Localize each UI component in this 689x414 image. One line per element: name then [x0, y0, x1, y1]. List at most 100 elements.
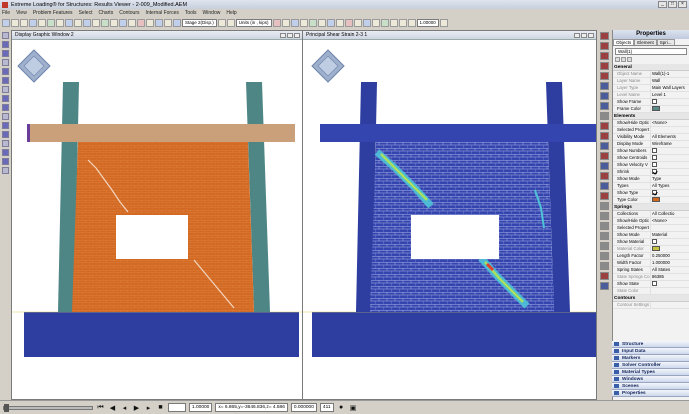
section-icon[interactable] [164, 18, 172, 27]
property-group[interactable]: Springs [613, 204, 689, 211]
time-slider[interactable] [3, 403, 93, 412]
face-tool-icon[interactable] [1, 68, 9, 75]
property-checkbox[interactable] [652, 169, 657, 175]
select-icon[interactable] [29, 18, 37, 27]
property-row[interactable]: Show Centroids [613, 155, 689, 162]
spring-view-icon[interactable] [600, 132, 609, 140]
graphic-window-strain-minimize[interactable] [574, 32, 580, 38]
menu-window[interactable]: Window [203, 10, 221, 16]
property-row[interactable]: Collections All Collectio [613, 211, 689, 218]
property-row[interactable]: Show Material [613, 239, 689, 246]
property-checkbox[interactable] [652, 281, 657, 287]
filter-icon[interactable] [173, 18, 181, 27]
property-row[interactable]: Spring States All States [613, 267, 689, 274]
property-value[interactable]: 86385 [650, 274, 689, 280]
zoom-window-icon[interactable] [600, 222, 609, 230]
show-tool-icon[interactable] [1, 158, 9, 165]
property-row[interactable]: Frame Color [613, 106, 689, 113]
property-value[interactable] [650, 99, 689, 105]
time-slider-thumb[interactable] [4, 403, 9, 412]
perspective-icon[interactable] [600, 112, 609, 120]
rotate-view-icon[interactable] [600, 252, 609, 260]
property-value[interactable]: Wireframe [650, 141, 689, 147]
strain-view-icon[interactable] [600, 172, 609, 180]
property-row[interactable]: Layer Type Main Wall Layers [613, 85, 689, 92]
property-row[interactable]: Show Numbers [613, 148, 689, 155]
circle-tool-icon[interactable] [1, 104, 9, 111]
property-value[interactable]: All Elements [650, 134, 689, 140]
box-view-icon[interactable] [600, 32, 609, 40]
view-icon[interactable] [65, 18, 73, 27]
property-row[interactable]: Selected Propert [613, 127, 689, 134]
box-tool-icon[interactable] [1, 77, 9, 84]
property-row[interactable]: State Springs Co 86385 [613, 274, 689, 281]
property-row[interactable]: Contour Settings [613, 302, 689, 309]
bottom-view-icon[interactable] [600, 92, 609, 100]
property-group[interactable]: Elements [613, 113, 689, 120]
info-icon[interactable] [398, 18, 407, 27]
node-tool-icon[interactable] [1, 41, 9, 48]
property-value[interactable] [650, 162, 689, 168]
mesh-icon[interactable] [83, 18, 91, 27]
sort-category-icon[interactable] [615, 57, 620, 62]
export-anim-icon[interactable]: ▣ [349, 404, 358, 412]
property-row[interactable]: Visibility Mode All Elements [613, 134, 689, 141]
graphic-window-2-maximize[interactable] [287, 32, 293, 38]
render-icon[interactable] [335, 18, 344, 27]
export-icon[interactable] [290, 18, 299, 27]
pointer-tool-icon[interactable] [1, 32, 9, 39]
property-value[interactable]: Main Wall Layers [650, 85, 689, 91]
animate-icon[interactable] [308, 18, 317, 27]
tab-objects[interactable]: Objects [613, 39, 635, 45]
property-row[interactable]: Shrink [613, 169, 689, 176]
tab-springs[interactable]: Spri... [656, 39, 675, 45]
legend-icon[interactable] [389, 18, 398, 27]
property-pages-icon[interactable] [627, 57, 632, 62]
light-icon[interactable] [326, 18, 335, 27]
property-value[interactable]: All Collectio [650, 211, 689, 217]
cross-tool-icon[interactable] [1, 95, 9, 102]
tab-element[interactable]: Element [634, 39, 657, 45]
property-value[interactable] [650, 190, 689, 196]
menu-charts[interactable]: Charts [98, 10, 113, 16]
color-swatch[interactable] [652, 106, 660, 112]
cube-icon[interactable] [344, 18, 353, 27]
play-reverse-icon[interactable]: ◀ [108, 404, 117, 412]
graphic-window-strain[interactable]: Principal Shear Strain 2-3 1 [302, 30, 597, 400]
contour-view-icon[interactable] [600, 142, 609, 150]
front-view-icon[interactable] [600, 42, 609, 50]
stage-prev-icon[interactable] [226, 18, 235, 27]
stage-select[interactable]: Stage 2(Disp.) [182, 18, 217, 27]
menu-help[interactable]: Help [226, 10, 236, 16]
maximize-button[interactable]: □ [668, 1, 677, 8]
property-value[interactable] [650, 148, 689, 154]
property-value[interactable] [650, 281, 689, 287]
property-checkbox[interactable] [652, 148, 657, 154]
fit-icon[interactable] [92, 18, 100, 27]
grid-icon[interactable] [74, 18, 82, 27]
property-row[interactable]: Show/Hide Optic <None> [613, 218, 689, 225]
property-row[interactable]: Show/Hide Optic <None> [613, 120, 689, 127]
menu-select[interactable]: Select [79, 10, 93, 16]
property-value[interactable] [650, 197, 689, 203]
property-value[interactable] [650, 169, 689, 175]
property-row[interactable]: Object Name Wall(1)-1 [613, 71, 689, 78]
snapshot-icon[interactable] [600, 282, 609, 290]
property-value[interactable]: Wall(1)-1 [650, 71, 689, 77]
property-row[interactable]: Layer Name Wall [613, 78, 689, 85]
zoom-in-icon[interactable] [600, 202, 609, 210]
record-anim-icon[interactable]: ● [337, 404, 346, 411]
menu-file[interactable]: File [2, 10, 10, 16]
panel-material-types[interactable]: Material Types [612, 369, 689, 376]
menu-view[interactable]: View [16, 10, 27, 16]
transparent-icon[interactable] [371, 18, 380, 27]
property-value[interactable] [650, 246, 689, 252]
play-icon[interactable]: ▶ [132, 404, 141, 412]
record-icon[interactable] [272, 18, 281, 27]
velocity-view-icon[interactable] [600, 192, 609, 200]
polygon-tool-icon[interactable] [1, 113, 9, 120]
pan-view-icon[interactable] [600, 242, 609, 250]
reset-view-icon[interactable] [600, 272, 609, 280]
iso-view-icon[interactable] [600, 102, 609, 110]
grid-tool-icon[interactable] [1, 140, 9, 147]
